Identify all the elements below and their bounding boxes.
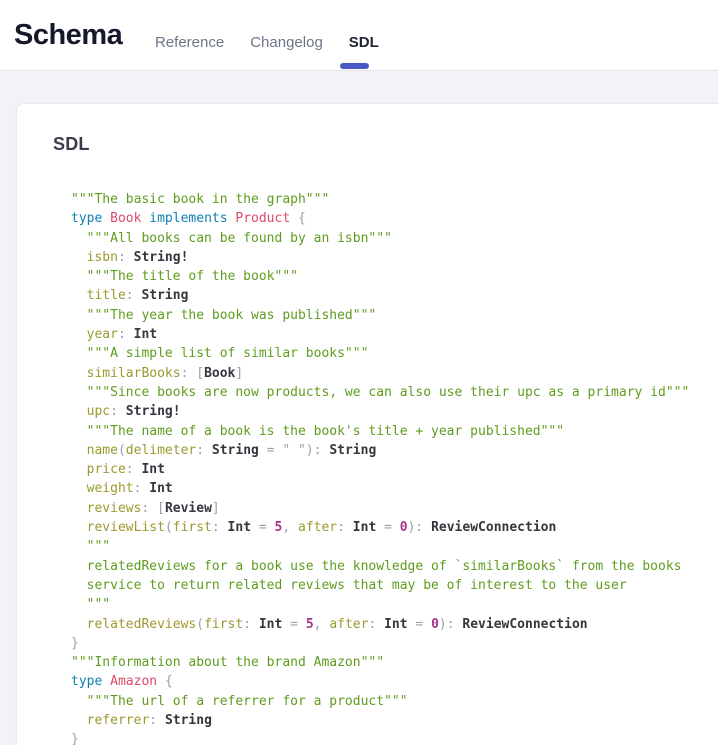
code-line: relatedReviews(first: Int = 5, after: In… (71, 615, 718, 634)
code-line: price: Int (71, 460, 718, 479)
sdl-code-block: """The basic book in the graph"""type Bo… (71, 190, 718, 745)
main-area: SDL """The basic book in the graph"""typ… (0, 71, 718, 745)
code-line: reviewList(first: Int = 5, after: Int = … (71, 518, 718, 537)
code-line: """The title of the book""" (71, 267, 718, 286)
code-line: title: String (71, 286, 718, 305)
code-line: reviews: [Review] (71, 499, 718, 518)
tab-sdl[interactable]: SDL (349, 34, 379, 51)
code-line: year: Int (71, 325, 718, 344)
tab-changelog[interactable]: Changelog (250, 34, 323, 51)
code-line: """Since books are now products, we can … (71, 383, 718, 402)
code-line: """All books can be found by an isbn""" (71, 229, 718, 248)
code-line: type Amazon { (71, 672, 718, 691)
code-line: service to return related reviews that m… (71, 576, 718, 595)
code-line: """The year the book was published""" (71, 306, 718, 325)
code-line: """Information about the brand Amazon""" (71, 653, 718, 672)
code-line: weight: Int (71, 479, 718, 498)
schema-tabs: Reference Changelog SDL (155, 34, 379, 51)
code-line: """The url of a referrer for a product""… (71, 692, 718, 711)
sdl-card: SDL """The basic book in the graph"""typ… (16, 103, 718, 745)
sdl-card-heading: SDL (53, 134, 718, 155)
code-line: name(delimeter: String = " "): String (71, 441, 718, 460)
code-line: isbn: String! (71, 248, 718, 267)
code-line: } (71, 730, 718, 745)
code-line: """The name of a book is the book's titl… (71, 422, 718, 441)
code-line: type Book implements Product { (71, 209, 718, 228)
tab-reference[interactable]: Reference (155, 34, 224, 51)
code-line: """The basic book in the graph""" (71, 190, 718, 209)
page-title: Schema (14, 18, 122, 53)
active-tab-indicator (340, 63, 369, 69)
code-line: """ (71, 595, 718, 614)
code-line: referrer: String (71, 711, 718, 730)
code-line: """A simple list of similar books""" (71, 344, 718, 363)
code-line: relatedReviews for a book use the knowle… (71, 557, 718, 576)
code-line: upc: String! (71, 402, 718, 421)
code-line: """ (71, 537, 718, 556)
code-line: } (71, 634, 718, 653)
schema-page-header: Schema Reference Changelog SDL (0, 0, 718, 71)
code-line: similarBooks: [Book] (71, 364, 718, 383)
